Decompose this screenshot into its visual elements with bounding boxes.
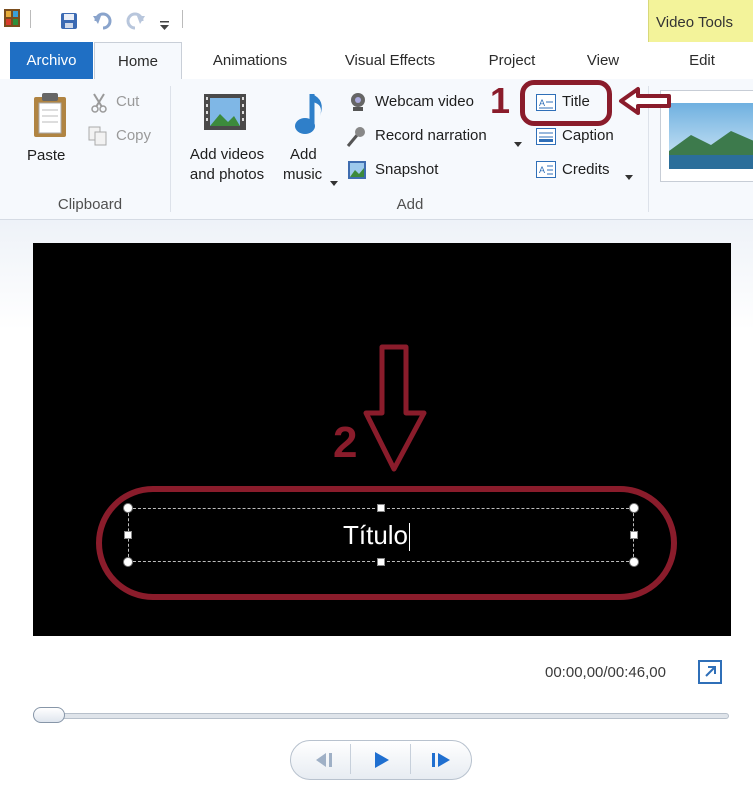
group-separator: [170, 86, 171, 212]
play-icon[interactable]: [372, 750, 392, 775]
webcam-video-button[interactable]: Webcam video: [375, 93, 474, 110]
credits-dropdown-icon[interactable]: [625, 168, 633, 186]
add-videos-icon[interactable]: [204, 92, 248, 139]
undo-icon[interactable]: [92, 12, 114, 35]
caption-icon[interactable]: [536, 128, 556, 151]
redo-icon[interactable]: [124, 12, 146, 35]
add-videos-label-1[interactable]: Add videos: [182, 146, 272, 163]
add-group-label: Add: [396, 196, 424, 213]
annotation-highlight-title: [520, 80, 612, 126]
tab-edit[interactable]: Edit: [660, 42, 744, 79]
annotation-ellipse: [96, 486, 677, 600]
tab-visual-effects[interactable]: Visual Effects: [330, 42, 450, 79]
webcam-icon[interactable]: [348, 92, 368, 117]
separator: [350, 744, 351, 774]
tab-animations[interactable]: Animations: [192, 42, 308, 79]
snapshot-button[interactable]: Snapshot: [375, 161, 438, 178]
paste-button[interactable]: Paste: [27, 147, 65, 164]
fullscreen-icon[interactable]: [698, 660, 722, 689]
theme-thumbnail[interactable]: [660, 90, 753, 182]
annotation-arrow-left-icon: [618, 86, 672, 121]
video-tools-label: Video Tools: [656, 14, 734, 31]
cut-icon[interactable]: [90, 93, 108, 118]
app-icon: [4, 9, 20, 27]
separator: [30, 10, 31, 28]
next-frame-icon[interactable]: [428, 750, 458, 775]
separator: [410, 744, 411, 774]
previous-frame-icon[interactable]: [310, 750, 340, 775]
add-videos-label-2[interactable]: and photos: [179, 166, 275, 183]
customize-qat-icon[interactable]: [160, 18, 170, 36]
add-music-label-1[interactable]: Add: [290, 146, 317, 163]
clipboard-group-label: Clipboard: [57, 196, 123, 213]
seek-thumb[interactable]: [33, 707, 65, 723]
tab-home[interactable]: Home: [94, 42, 182, 81]
annotation-number-1: 1: [490, 80, 511, 121]
add-music-label-2[interactable]: music: [283, 166, 322, 183]
microphone-icon[interactable]: [346, 126, 366, 153]
svg-text:A: A: [539, 165, 545, 175]
save-icon[interactable]: [60, 12, 78, 35]
annotation-number-2: 2: [333, 418, 358, 467]
copy-button[interactable]: Copy: [116, 127, 151, 144]
copy-icon[interactable]: [88, 126, 108, 151]
tab-view[interactable]: View: [572, 42, 634, 79]
snapshot-icon[interactable]: [347, 160, 367, 185]
paste-icon[interactable]: [30, 91, 70, 144]
credits-icon[interactable]: A: [536, 161, 556, 184]
record-narration-button[interactable]: Record narration: [375, 127, 487, 144]
caption-button[interactable]: Caption: [562, 127, 614, 144]
cut-button[interactable]: Cut: [116, 93, 139, 110]
seek-bar[interactable]: [37, 713, 729, 719]
credits-button[interactable]: Credits: [562, 161, 610, 178]
record-narration-dropdown-icon[interactable]: [514, 135, 522, 153]
add-music-dropdown-icon[interactable]: [330, 174, 338, 192]
separator: [182, 10, 183, 28]
add-music-icon[interactable]: [290, 90, 330, 145]
tab-archivo[interactable]: Archivo: [10, 42, 93, 79]
tab-project[interactable]: Project: [474, 42, 550, 79]
playback-time: 00:00,00/00:46,00: [545, 664, 666, 681]
annotation-arrow-down-icon: [362, 343, 428, 478]
